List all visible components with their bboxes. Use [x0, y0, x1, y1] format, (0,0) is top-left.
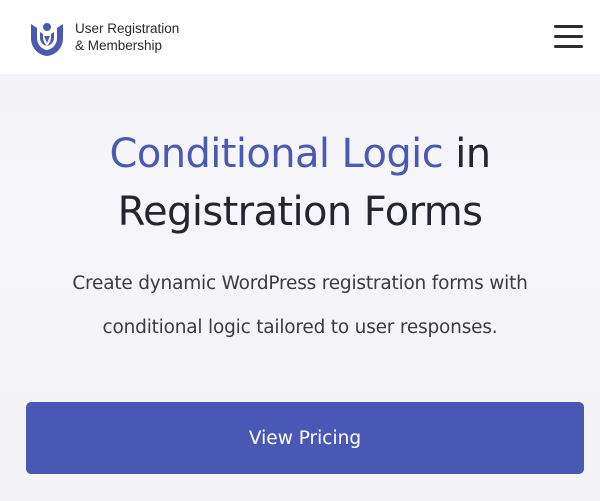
subtitle-line-2: conditional logic tailored to user respo…: [102, 317, 498, 338]
menu-bar: [554, 35, 583, 38]
menu-bar: [554, 45, 583, 48]
menu-bar: [554, 25, 583, 28]
subtitle-line-1: Create dynamic WordPress registration fo…: [72, 273, 528, 294]
view-pricing-button[interactable]: View Pricing: [26, 402, 584, 474]
title-rest: in: [443, 131, 491, 177]
site-header: User Registration & Membership: [0, 0, 600, 74]
title-line-1: Conditional Logic in: [0, 125, 600, 183]
title-accent: Conditional Logic: [109, 131, 444, 177]
logo-line-1: User Registration: [75, 21, 180, 36]
page-title: Conditional Logic in Registration Forms: [0, 125, 600, 241]
ur-logo-icon: [31, 23, 63, 56]
hamburger-menu-icon[interactable]: [553, 23, 585, 51]
logo-line-2: & Membership: [75, 38, 163, 53]
title-line-2: Registration Forms: [117, 189, 483, 235]
logo-text: User Registration & Membership: [75, 20, 179, 54]
hero-subtitle: Create dynamic WordPress registration fo…: [40, 262, 560, 350]
logo-link[interactable]: User Registration & Membership: [28, 14, 179, 60]
